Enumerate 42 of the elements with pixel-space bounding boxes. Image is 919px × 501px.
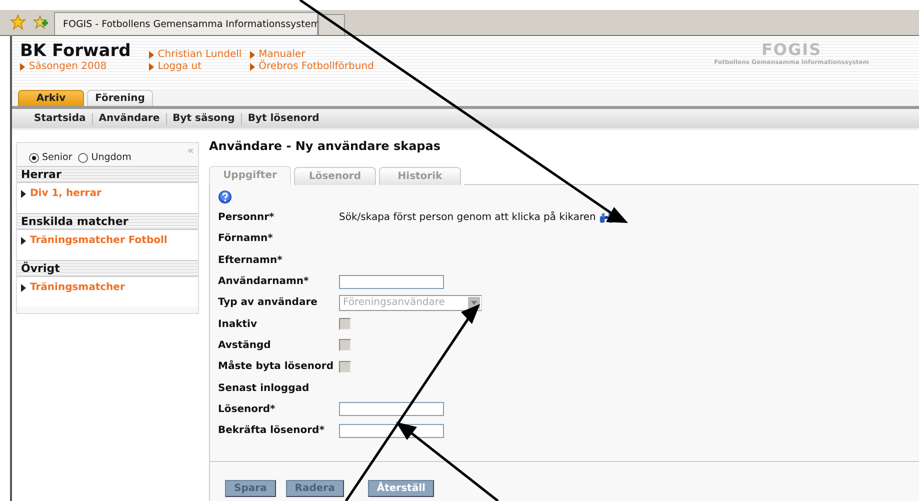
field-label: Avstängd [218,340,272,351]
season-link[interactable]: Säsongen 2008 [20,61,131,72]
collapse-toggle[interactable]: « [187,144,194,157]
header-link[interactable]: Manualer [250,49,374,61]
field-label: Inaktiv [218,318,258,330]
radio-option[interactable]: Senior [29,152,72,163]
input-field[interactable] [339,274,444,289]
add-favorite-icon[interactable] [32,14,48,30]
form-button[interactable]: Återställ [368,480,434,498]
browser-tab[interactable]: FOGIS - Fotbollens Gemensamma Informationssystem [54,12,318,35]
sub-nav-link[interactable]: Användare [92,113,166,124]
field-label: Efternamn* [218,254,284,266]
form-tab[interactable]: Historik [379,167,461,185]
field-label: Användarnamn* [218,276,310,288]
sub-nav-link[interactable]: Startsida [28,113,92,124]
sidebar-section-header: Enskilda matcher [17,213,198,230]
field-label: Måste byta lösenord [218,361,334,372]
main-tab[interactable]: Arkiv [18,90,84,106]
field-label: Lösenord* [218,404,276,415]
sub-nav-link[interactable]: Byt säsong [166,113,241,124]
form-tab[interactable]: Lösenord [294,167,376,185]
page-title: Användare - Ny användare skapas [209,139,442,153]
field-label: Förnamn* [218,233,274,244]
header-link[interactable]: Logga ut [148,61,242,73]
sub-nav-link[interactable]: Byt lösenord [242,113,326,124]
field-label: Typ av användare [218,297,318,308]
logo-title: FOGIS [760,40,823,59]
club-name: BK Forward [20,42,131,61]
field-label: Bekräfta lösenord* [218,425,326,436]
header-link[interactable]: Örebros Fotbollförbund [250,61,374,73]
input-field[interactable] [339,402,444,416]
field-label: Senast inloggad [218,382,310,394]
form-tab[interactable]: Uppgifter [209,166,291,185]
star-icon[interactable] [10,14,26,30]
header-link[interactable]: Christian Lundell [148,49,242,61]
help-icon[interactable] [218,190,232,204]
radio-option[interactable]: Ungdom [78,152,132,163]
main-tab[interactable]: Förening [87,90,153,106]
field-label: Personnr* [218,212,276,224]
instruction-text: Sök/skapa först person genom att klicka på kikaren [339,212,596,224]
sidebar-section-header: Övrigt [17,260,198,277]
sidebar-section-header: Herrar [17,166,198,183]
